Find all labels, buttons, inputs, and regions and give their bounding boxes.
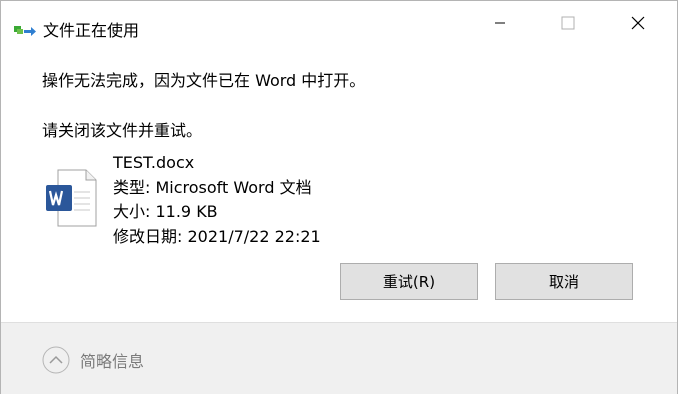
maximize-icon xyxy=(561,16,575,30)
file-info: TEST.docx 类型: Microsoft Word 文档 大小: 11.9… xyxy=(113,151,321,249)
details-toggle-button[interactable] xyxy=(41,345,71,375)
minimize-icon xyxy=(495,22,505,24)
file-type: 类型: Microsoft Word 文档 xyxy=(113,177,312,197)
retry-button[interactable]: 重试(R) xyxy=(340,263,478,300)
chevron-up-icon xyxy=(42,346,70,374)
file-move-icon xyxy=(14,23,38,39)
file-in-use-dialog: 文件正在使用 操作无法完成，因为文件已在 Word 中打开。 请关闭该文件并重试… xyxy=(0,0,678,394)
file-size: 大小: 11.9 KB xyxy=(113,202,218,221)
file-modified-date: 修改日期: 2021/7/22 22:21 xyxy=(113,226,321,246)
instruction-message: 请关闭该文件并重试。 xyxy=(42,121,203,140)
close-icon xyxy=(631,16,645,30)
details-label[interactable]: 简略信息 xyxy=(80,348,144,372)
cancel-button[interactable]: 取消 xyxy=(495,263,633,300)
file-name: TEST.docx xyxy=(113,153,195,172)
word-document-icon xyxy=(44,168,98,228)
title-bar: 文件正在使用 xyxy=(1,1,677,45)
window-title: 文件正在使用 xyxy=(43,21,140,40)
close-button[interactable] xyxy=(615,1,661,45)
dialog-footer: 简略信息 xyxy=(1,322,677,394)
maximize-button[interactable] xyxy=(545,1,591,45)
minimize-button[interactable] xyxy=(477,1,523,45)
error-message: 操作无法完成，因为文件已在 Word 中打开。 xyxy=(42,71,366,90)
